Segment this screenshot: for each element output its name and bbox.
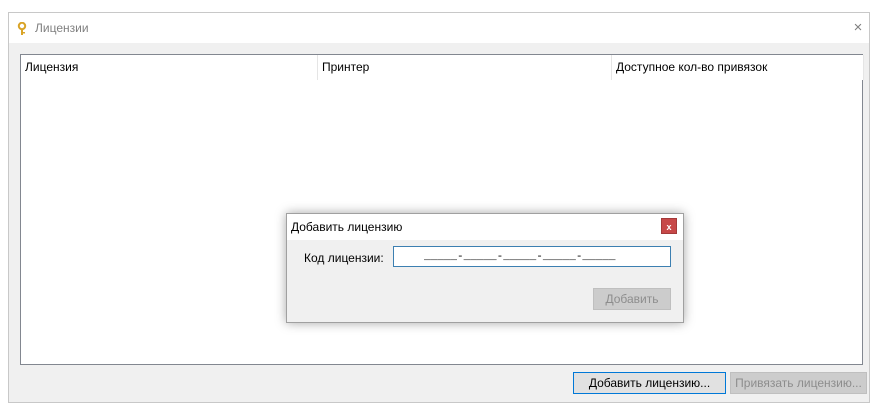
key-icon [17,22,27,35]
bind-license-button[interactable]: Привязать лицензию... [730,372,867,394]
license-code-label: Код лицензии: [304,251,384,265]
licenses-window: Лицензии × Лицензия Принтер Доступное ко… [8,12,870,403]
dialog-title: Добавить лицензию [291,220,403,234]
dialog-add-button[interactable]: Добавить [593,288,671,310]
column-header-printer[interactable]: Принтер [318,55,612,80]
column-header-available-bindings[interactable]: Доступное кол-во привязок [612,55,864,80]
window-title: Лицензии [35,21,89,35]
dialog-titlebar: Добавить лицензию x [287,214,683,240]
add-license-button[interactable]: Добавить лицензию... [573,372,726,394]
window-titlebar: Лицензии × [9,13,869,43]
dialog-close-icon[interactable]: x [661,218,677,234]
add-license-dialog: Добавить лицензию x Код лицензии: Добави… [286,213,684,323]
license-code-input[interactable] [393,246,671,267]
column-header-license[interactable]: Лицензия [21,55,318,80]
close-icon[interactable]: × [847,17,869,39]
